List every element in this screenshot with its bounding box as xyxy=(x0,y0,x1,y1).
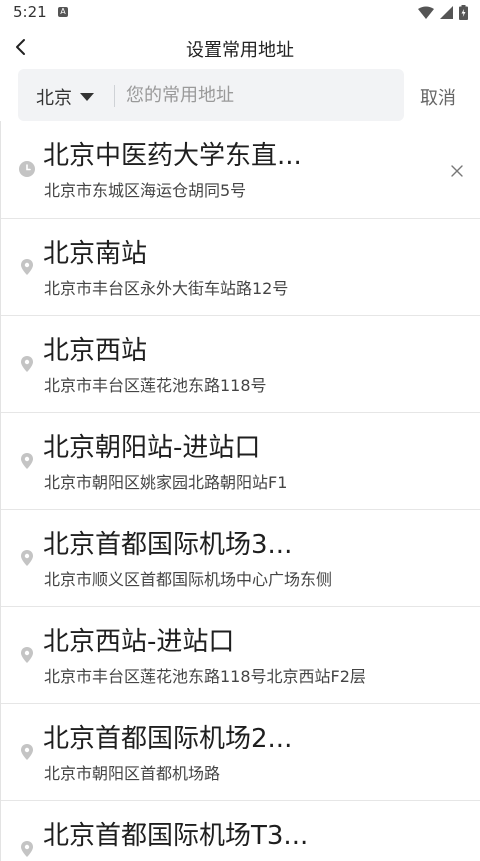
list-item[interactable]: 北京首都国际机场T3... xyxy=(1,801,480,861)
wifi-icon xyxy=(418,6,434,19)
item-name: 北京西站 xyxy=(43,336,148,366)
item-name: 北京西站-进站口 xyxy=(43,627,235,657)
item-name: 北京中医药大学东直... xyxy=(43,141,302,171)
location-pin-icon xyxy=(21,841,33,857)
battery-icon xyxy=(459,5,468,20)
location-pin-icon xyxy=(21,744,33,760)
item-name: 北京南站 xyxy=(43,239,148,269)
search-row: 北京 取消 xyxy=(0,69,480,121)
notification-icon: A xyxy=(58,7,68,17)
item-name: 北京首都国际机场3... xyxy=(43,530,293,560)
item-name: 北京首都国际机场T3... xyxy=(43,821,309,851)
location-pin-icon xyxy=(21,259,33,275)
status-time: 5:21 xyxy=(13,3,47,21)
status-icons xyxy=(418,5,468,20)
address-list: 北京中医药大学东直... 北京市东城区海运仓胡同5号 北京南站 北京市丰台区永外… xyxy=(0,121,480,861)
location-pin-icon xyxy=(21,356,33,372)
address-search-input[interactable] xyxy=(126,79,386,111)
list-item[interactable]: 北京首都国际机场3... 北京市顺义区首都国际机场中心广场东侧 xyxy=(1,510,480,607)
list-item[interactable]: 北京南站 北京市丰台区永外大街车站路12号 xyxy=(1,219,480,316)
city-dropdown[interactable]: 北京 xyxy=(36,84,94,110)
item-address: 北京市顺义区首都国际机场中心广场东侧 xyxy=(44,570,333,589)
item-name: 北京首都国际机场2... xyxy=(43,724,293,754)
location-pin-icon xyxy=(21,453,33,469)
item-address: 北京市东城区海运仓胡同5号 xyxy=(44,181,247,200)
header: 设置常用地址 xyxy=(0,26,480,68)
clock-icon xyxy=(19,161,35,177)
signal-icon xyxy=(440,6,453,19)
search-box: 北京 xyxy=(18,69,404,121)
location-pin-icon xyxy=(21,550,33,566)
city-label: 北京 xyxy=(36,88,72,109)
close-icon[interactable] xyxy=(450,164,464,178)
location-pin-icon xyxy=(21,647,33,663)
status-bar: 5:21 A xyxy=(0,0,480,26)
page-title: 设置常用地址 xyxy=(186,40,294,61)
item-address: 北京市朝阳区姚家园北路朝阳站F1 xyxy=(44,473,288,492)
item-address: 北京市朝阳区首都机场路 xyxy=(44,764,221,783)
item-address: 北京市丰台区莲花池东路118号北京西站F2层 xyxy=(44,667,366,686)
search-divider xyxy=(114,85,115,107)
list-item[interactable]: 北京中医药大学东直... 北京市东城区海运仓胡同5号 xyxy=(1,121,480,219)
list-item[interactable]: 北京首都国际机场2... 北京市朝阳区首都机场路 xyxy=(1,704,480,801)
list-item[interactable]: 北京朝阳站-进站口 北京市朝阳区姚家园北路朝阳站F1 xyxy=(1,413,480,510)
item-address: 北京市丰台区永外大街车站路12号 xyxy=(44,279,289,298)
caret-down-icon xyxy=(80,93,94,101)
item-name: 北京朝阳站-进站口 xyxy=(43,433,261,463)
list-item[interactable]: 北京西站-进站口 北京市丰台区莲花池东路118号北京西站F2层 xyxy=(1,607,480,704)
cancel-button[interactable]: 取消 xyxy=(420,84,456,110)
item-address: 北京市丰台区莲花池东路118号 xyxy=(44,376,267,395)
list-item[interactable]: 北京西站 北京市丰台区莲花池东路118号 xyxy=(1,316,480,413)
